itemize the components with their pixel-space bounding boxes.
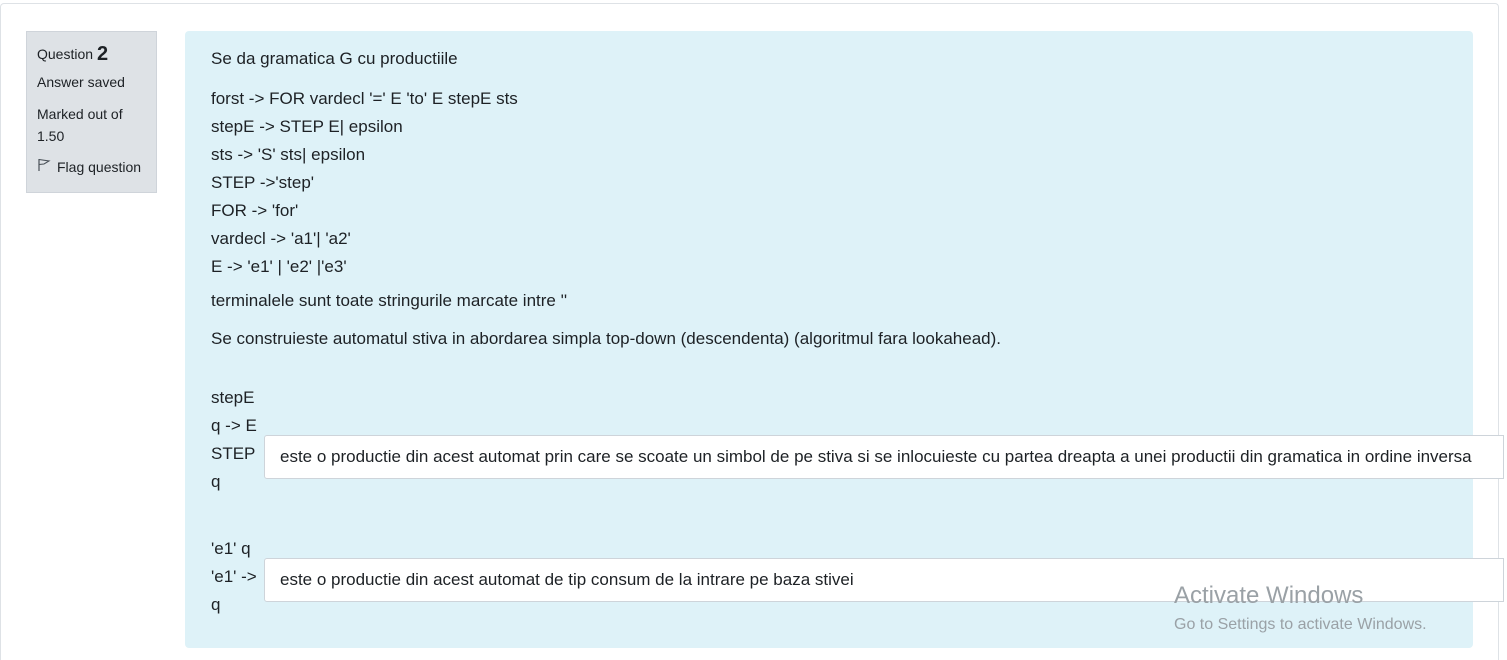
match-item-label: stepE q -> E STEP q	[211, 388, 257, 491]
flag-question-link[interactable]: Flag question	[37, 157, 146, 177]
terminals-note: terminalele sunt toate stringurile marca…	[211, 291, 568, 310]
production-line: E -> 'e1' | 'e2' |'e3'	[211, 257, 347, 276]
question-info-panel: Question 2 Answer saved Marked out of 1.…	[26, 31, 157, 193]
windows-activation-watermark: Activate Windows Go to Settings to activ…	[1174, 582, 1427, 636]
question-grade: Marked out of 1.50	[37, 106, 123, 144]
question-state: Answer saved	[37, 74, 125, 90]
production-line: sts -> 'S' sts| epsilon	[211, 145, 366, 164]
watermark-subtitle: Go to Settings to activate Windows.	[1174, 616, 1427, 633]
question-intro: Se da gramatica G cu productiile	[211, 49, 458, 68]
question-number: Question 2	[37, 40, 146, 68]
production-line: vardecl -> 'a1'| 'a2'	[211, 229, 351, 248]
flag-icon	[37, 157, 51, 177]
production-line: FOR -> 'for'	[211, 201, 299, 220]
flag-question-label: Flag question	[57, 159, 142, 175]
production-line: forst -> FOR vardecl '=' E 'to' E stepE …	[211, 89, 518, 108]
watermark-title: Activate Windows	[1174, 582, 1364, 609]
match-item-label: 'e1' q 'e1' -> q	[211, 539, 257, 614]
grammar-productions: forst -> FOR vardecl '=' E 'to' E stepE …	[211, 85, 518, 281]
automaton-note: Se construieste automatul stiva in abord…	[211, 329, 1001, 348]
question-label: Question	[37, 46, 94, 62]
match-answer-select[interactable]: este o productie din acest automat prin …	[264, 435, 1504, 479]
production-line: stepE -> STEP E| epsilon	[211, 117, 403, 136]
question-content: Se da gramatica G cu productiile forst -…	[185, 31, 1473, 648]
production-line: STEP ->'step'	[211, 173, 315, 192]
question-number-value: 2	[96, 43, 109, 65]
